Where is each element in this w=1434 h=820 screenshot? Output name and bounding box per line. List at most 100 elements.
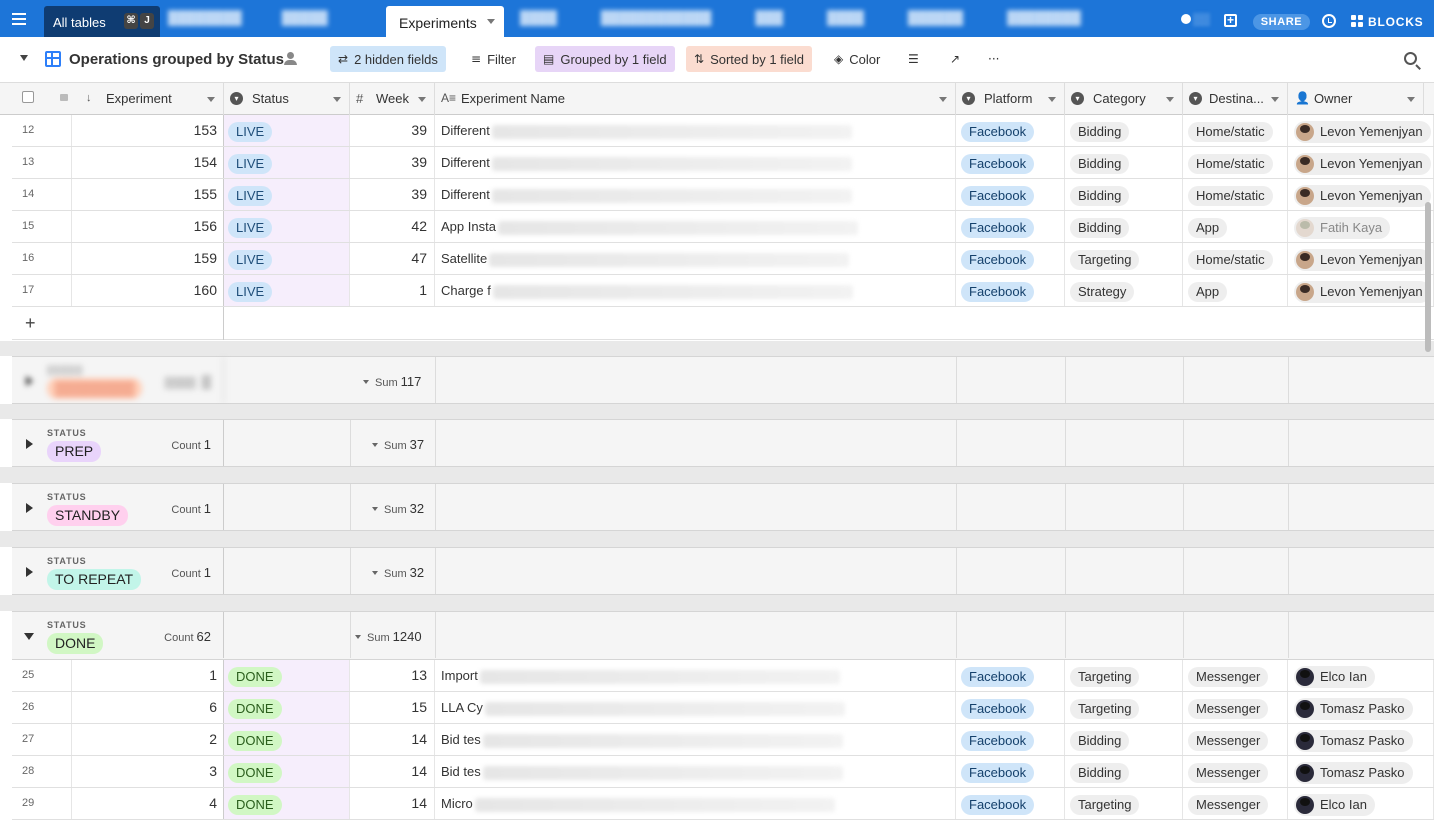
table-row[interactable]: 13 154 LIVE 39 Different Facebook Bidding Home/… [12,147,1434,179]
tab-experiments[interactable]: Experiments [386,6,504,37]
cell-status[interactable]: DONE [224,724,350,755]
table-row[interactable]: 27 2 DONE 14 Bid tes Facebook Bidding Messenger… [12,724,1434,756]
cell-experiment-name[interactable]: Different [435,179,956,210]
cell-experiment-name[interactable]: Bid tes [435,724,956,755]
add-record-plus-icon[interactable]: + [25,313,36,334]
cell-owner[interactable]: Tomasz Pasko [1288,724,1434,755]
cell-destination[interactable]: Messenger [1183,724,1288,755]
cell-platform[interactable]: Facebook [956,692,1065,723]
cell-owner[interactable]: Tomasz Pasko [1288,756,1434,787]
table-row[interactable]: 15 156 LIVE 42 App Insta Facebook Bidding App Fa… [12,211,1434,243]
group-button[interactable]: ▤ Grouped by 1 field [535,46,675,72]
cell-destination[interactable]: Messenger [1183,756,1288,787]
cell-experiment-name[interactable]: App Insta [435,211,956,242]
cell-owner[interactable]: Levon Yemenjyan [1288,147,1434,178]
cell-week[interactable]: 42 [350,211,435,242]
column-header-category[interactable]: ▾ Category [1065,83,1183,115]
cell-week[interactable]: 14 [350,724,435,755]
table-row[interactable]: 12 153 LIVE 39 Different Facebook Bidding Home/… [12,115,1434,147]
column-header-status[interactable]: ▾ Status [224,83,350,115]
cell-destination[interactable]: Home/static [1183,115,1288,146]
cell-experiment[interactable]: 154 [72,147,224,178]
cell-experiment-name[interactable]: Micro [435,788,956,819]
cell-week[interactable]: 14 [350,788,435,819]
filter-button[interactable]: ≡ Filter [463,46,524,72]
cell-owner[interactable]: Levon Yemenjyan [1288,275,1434,306]
select-all-checkbox[interactable] [22,91,34,103]
cell-experiment-name[interactable]: Different [435,147,956,178]
more-options-button[interactable]: ··· [980,46,1007,72]
cell-week[interactable]: 47 [350,243,435,274]
cell-category[interactable]: Targeting [1065,692,1183,723]
cell-experiment[interactable]: 1 [72,660,224,691]
cell-platform[interactable]: Facebook [956,147,1065,178]
add-block-icon[interactable]: + [1224,14,1237,27]
cell-destination[interactable]: Messenger [1183,788,1288,819]
help-icon[interactable] [1181,14,1191,24]
cell-category[interactable]: Bidding [1065,756,1183,787]
hamburger-menu-icon[interactable] [12,10,38,28]
cell-category[interactable]: Targeting [1065,788,1183,819]
table-row[interactable]: 28 3 DONE 14 Bid tes Facebook Bidding Messenger… [12,756,1434,788]
expand-group-icon[interactable] [26,503,33,513]
row-height-button[interactable]: ☰ [900,46,927,72]
collaborators-icon[interactable] [283,52,299,65]
cell-owner[interactable]: Elco Ian [1288,660,1434,691]
column-menu-chevron-icon[interactable] [1166,97,1174,102]
cell-status[interactable]: LIVE [224,243,350,274]
column-header-experiment-name[interactable]: A≡ Experiment Name [435,83,956,115]
cell-experiment[interactable]: 6 [72,692,224,723]
column-menu-chevron-icon[interactable] [1048,97,1056,102]
cell-platform[interactable]: Facebook [956,179,1065,210]
cell-status[interactable]: DONE [224,756,350,787]
table-row[interactable]: 26 6 DONE 15 LLA Cy Facebook Targeting Messenge… [12,692,1434,724]
table-row[interactable]: 17 160 LIVE 1 Charge f Facebook Strategy App Lev… [12,275,1434,307]
blocks-button[interactable]: BLOCKS [1368,15,1423,29]
column-menu-chevron-icon[interactable] [333,97,341,102]
cell-status[interactable]: LIVE [224,211,350,242]
blocks-icon[interactable] [1351,15,1363,27]
cell-status[interactable]: DONE [224,660,350,691]
column-menu-chevron-icon[interactable] [207,97,215,102]
search-icon[interactable] [1404,52,1417,65]
cell-platform[interactable]: Facebook [956,275,1065,306]
cell-owner[interactable]: Tomasz Pasko [1288,692,1434,723]
column-header-experiment[interactable]: ↓ Experiment [78,83,224,115]
cell-destination[interactable]: Messenger [1183,660,1288,691]
cell-status[interactable]: LIVE [224,115,350,146]
collapse-group-icon[interactable] [24,633,34,640]
cell-destination[interactable]: App [1183,275,1288,306]
share-button[interactable]: SHARE [1253,14,1310,30]
vertical-scrollbar[interactable] [1425,202,1431,352]
table-row[interactable]: 29 4 DONE 14 Micro Facebook Targeting Messenger… [12,788,1434,820]
cell-experiment-name[interactable]: Bid tes [435,756,956,787]
view-title[interactable]: Operations grouped by Status [69,51,284,68]
cell-destination[interactable]: Home/static [1183,147,1288,178]
all-tables-button[interactable]: All tables ⌘ J [44,6,160,37]
cell-experiment[interactable]: 160 [72,275,224,306]
cell-destination[interactable]: Home/static [1183,179,1288,210]
cell-platform[interactable]: Facebook [956,660,1065,691]
cell-experiment[interactable]: 156 [72,211,224,242]
cell-week[interactable]: 15 [350,692,435,723]
cell-platform[interactable]: Facebook [956,211,1065,242]
cell-status[interactable]: DONE [224,788,350,819]
cell-platform[interactable]: Facebook [956,243,1065,274]
cell-experiment[interactable]: 155 [72,179,224,210]
cell-experiment-name[interactable]: Charge f [435,275,956,306]
column-menu-chevron-icon[interactable] [1271,97,1279,102]
cell-week[interactable]: 14 [350,756,435,787]
column-menu-chevron-icon[interactable] [418,97,426,102]
sort-button[interactable]: ⇅ Sorted by 1 field [686,46,813,72]
cell-owner[interactable]: Levon Yemenjyan [1288,115,1434,146]
cell-destination[interactable]: Messenger [1183,692,1288,723]
cell-experiment[interactable]: 2 [72,724,224,755]
color-button[interactable]: ◈ Color [826,46,888,72]
cell-week[interactable]: 39 [350,179,435,210]
cell-experiment-name[interactable]: Different [435,115,956,146]
cell-week[interactable]: 39 [350,147,435,178]
cell-platform[interactable]: Facebook [956,788,1065,819]
column-header-week[interactable]: # Week [350,83,435,115]
table-row[interactable]: 14 155 LIVE 39 Different Facebook Bidding Home/… [12,179,1434,211]
cell-owner[interactable]: Fatih Kaya [1288,211,1434,242]
